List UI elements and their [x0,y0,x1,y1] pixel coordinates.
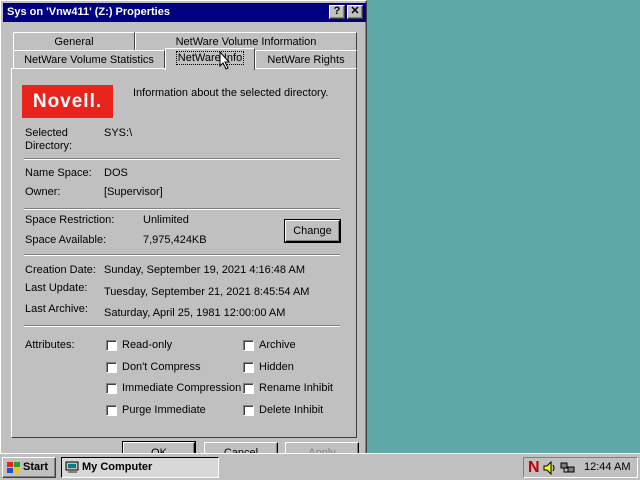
hidden-label[interactable]: Hidden [259,361,294,373]
novell-tray-icon[interactable]: N [528,458,540,477]
read-only-checkbox[interactable] [106,340,117,351]
space-available-label: Space Available: [25,234,107,246]
last-update-label: Last Update: [25,282,88,294]
help-button[interactable]: ? [329,5,345,19]
last-archive-label: Last Archive: [25,303,88,315]
taskbar: Start My Computer N 12:44 AM [0,453,640,480]
read-only-label[interactable]: Read-only [122,339,172,351]
network-icon[interactable] [560,461,576,475]
taskbar-item-my-computer[interactable]: My Computer [61,457,219,478]
rename-inhibit-label[interactable]: Rename Inhibit [259,382,333,394]
selected-directory-value: SYS:\ [104,127,133,139]
purge-immediate-label[interactable]: Purge Immediate [122,404,206,416]
tab-netware-rights[interactable]: NetWare Rights [255,50,357,69]
computer-icon [65,461,79,473]
creation-date-value: Sunday, September 19, 2021 4:16:48 AM [104,264,305,276]
panel-description: Information about the selected directory… [133,87,329,99]
title-bar[interactable]: Sys on 'Vnw411' (Z:) Properties [3,3,366,22]
hidden-checkbox[interactable] [243,362,254,373]
delete-inhibit-label[interactable]: Delete Inhibit [259,404,323,416]
name-space-label: Name Space: [25,167,92,179]
space-available-value: 7,975,424KB [143,234,207,246]
owner-label: Owner: [25,186,61,198]
dont-compress-checkbox[interactable] [106,362,117,373]
selected-directory-label: Selected Directory: [25,127,73,152]
creation-date-label: Creation Date: [25,264,96,276]
owner-value: [Supervisor] [104,186,163,198]
window-title: Sys on 'Vnw411' (Z:) Properties [7,6,170,18]
separator [24,208,340,210]
close-button[interactable]: ✕ [347,5,363,19]
system-tray: N 12:44 AM [523,457,638,478]
delete-inhibit-checkbox[interactable] [243,405,254,416]
novell-logo: Novell. [22,85,113,118]
immediate-compression-checkbox[interactable] [106,383,117,394]
start-button[interactable]: Start [2,457,56,478]
immediate-compression-label[interactable]: Immediate Compression [122,382,241,394]
separator [24,254,340,256]
separator [24,325,340,327]
properties-dialog: Sys on 'Vnw411' (Z:) Properties ? ✕ Gene… [0,0,367,465]
clock[interactable]: 12:44 AM [584,458,630,477]
archive-checkbox[interactable] [243,340,254,351]
space-restriction-value: Unlimited [143,214,189,226]
tab-netware-volume-statistics[interactable]: NetWare Volume Statistics [13,50,165,69]
name-space-value: DOS [104,167,128,179]
speaker-icon[interactable] [543,461,557,475]
archive-label[interactable]: Archive [259,339,296,351]
windows-logo-icon [7,462,20,473]
attributes-label: Attributes: [25,339,75,351]
dont-compress-label[interactable]: Don't Compress [122,361,201,373]
tab-netware-info[interactable]: NetWare Info [165,48,255,70]
last-update-value: Tuesday, September 21, 2021 8:45:54 AM [104,286,310,298]
separator [24,158,340,160]
rename-inhibit-checkbox[interactable] [243,383,254,394]
purge-immediate-checkbox[interactable] [106,405,117,416]
mouse-cursor-icon [219,51,231,70]
space-restriction-label: Space Restriction: [25,214,115,226]
last-archive-value: Saturday, April 25, 1981 12:00:00 AM [104,307,286,319]
change-button[interactable]: Change [284,219,341,243]
netware-info-panel: Novell. Information about the selected d… [11,68,357,438]
tab-general[interactable]: General [13,32,135,50]
